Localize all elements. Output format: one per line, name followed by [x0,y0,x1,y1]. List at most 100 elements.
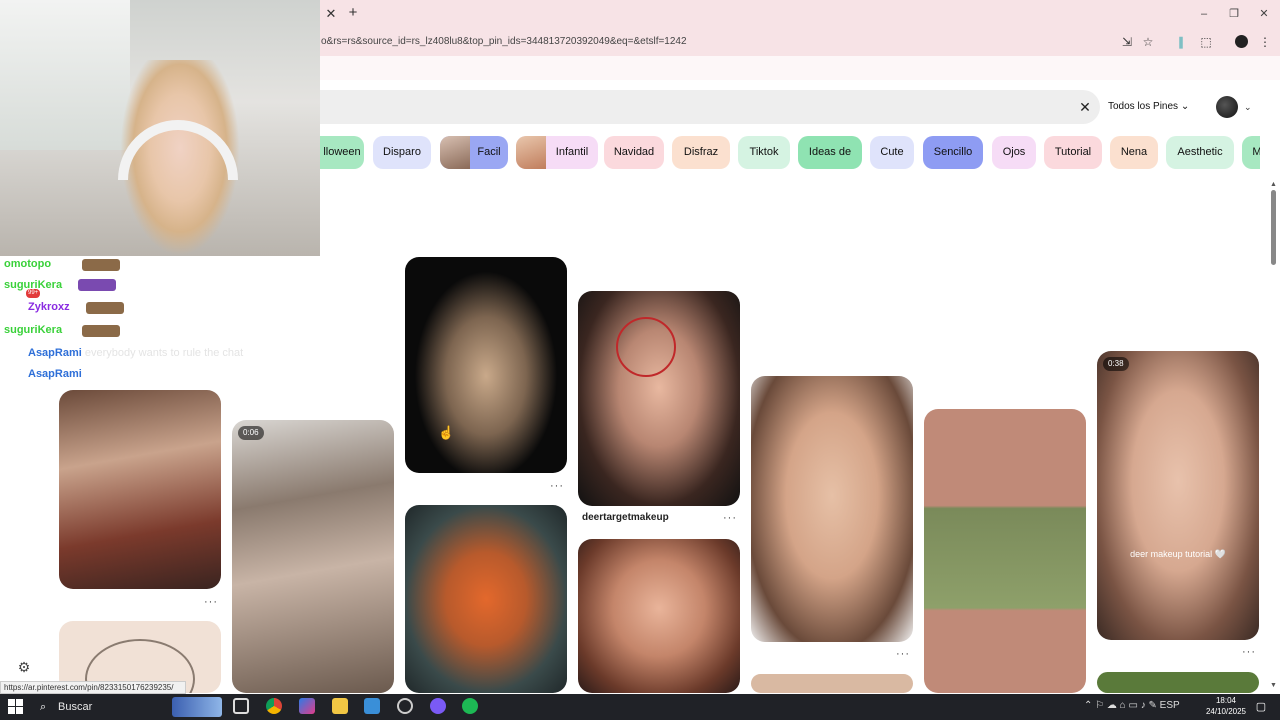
page-top-strip [320,56,1280,80]
chip-label: Tutorial [1054,146,1092,158]
search-input[interactable] [320,90,1100,124]
scroll-up-icon[interactable]: ▲ [1269,181,1278,189]
chip-label: Nena [1120,146,1148,158]
chat-badge: 99+ [26,289,41,298]
pin-image[interactable] [751,674,913,693]
star-icon[interactable]: ☆ [1139,34,1157,50]
webcam-background [0,0,130,150]
pin-image[interactable] [59,390,221,589]
pin-image[interactable] [1097,672,1259,693]
chrome-icon[interactable] [266,698,282,714]
chip-aesthetic[interactable]: Aesthetic [1166,136,1234,169]
chip-infantil[interactable]: Infantil [516,136,598,169]
chat-emote [78,279,116,291]
stream-chat: omotopo suguriKera Zykroxz 99+ suguriKer… [0,256,320,386]
language-indicator[interactable]: ESP [1160,700,1180,711]
chip-facil[interactable]: Facil [440,136,508,169]
chip-label: Tiktok [749,146,779,158]
chip-label: Disfraz [683,146,719,158]
clock-time[interactable]: 18:04 [1206,696,1246,706]
pin-video[interactable]: 0:38 deer makeup tutorial 🤍 [1097,351,1259,640]
pin-image[interactable] [405,257,567,473]
install-icon[interactable]: ⇲ [1118,34,1136,50]
windows-start-icon[interactable] [8,699,24,715]
chip-disparo[interactable]: Disparo [373,136,431,169]
pin-image[interactable] [578,291,740,506]
pin-image[interactable] [751,376,913,642]
chip-label: Sencillo [933,146,973,158]
chip-halloween[interactable]: lloween [320,136,364,169]
chat-username: AsapRami [28,347,82,359]
pin-options-icon[interactable]: ··· [1242,646,1256,658]
chip-tiktok[interactable]: Tiktok [738,136,790,169]
settings-gear-icon[interactable]: ⚙ [16,659,32,675]
spotify-icon[interactable] [462,698,478,714]
pin-author[interactable]: deertargetmakeup [582,512,669,523]
puzzle-icon[interactable]: ⬚ [1197,34,1215,50]
system-tray[interactable]: ⌃ ⚐ ☁ ⌂ ▭ ♪ ✎ ESP [1084,698,1204,714]
chip-label: Ideas de [808,146,852,158]
pin-video[interactable]: 0:06 [232,420,394,693]
pin-filter-dropdown[interactable]: Todos los Pines ⌄ [1108,98,1202,116]
taskbar-widget[interactable] [172,697,222,717]
pin-options-icon[interactable]: ··· [550,480,564,492]
chat-emote [82,325,120,337]
status-url: https://ar.pinterest.com/pin/82331501762… [0,681,186,694]
chat-username: AsapRami [28,368,82,380]
discord-icon[interactable] [430,698,446,714]
copilot-icon[interactable] [299,698,315,714]
chat-message: Zykroxz [4,299,70,315]
chip-disfraz[interactable]: Disfraz [672,136,730,169]
pin-options-icon[interactable]: ··· [723,512,737,524]
chip-sencillo[interactable]: Sencillo [923,136,983,169]
clear-search-icon[interactable]: ✕ [1078,98,1092,116]
chevron-down-icon: ⌄ [1180,101,1190,112]
pin-caption: deer makeup tutorial 🤍 [1130,549,1226,559]
chip-label: Disparo [383,146,421,158]
chip-ideas-de[interactable]: Ideas de [798,136,862,169]
close-window-button[interactable]: ✕ [1256,6,1272,22]
chat-username: suguriKera [4,324,63,336]
clock-date[interactable]: 24/10/2025 [1200,707,1252,717]
scroll-down-icon[interactable]: ▼ [1269,682,1278,690]
pin-options-icon[interactable]: ··· [896,648,910,660]
url-field[interactable]: o&rs=rs&source_id=rs_lz408lu8&top_pin_id… [321,36,1081,50]
new-tab-button[interactable]: + [345,5,361,21]
profile-icon[interactable] [1232,34,1250,50]
avatar[interactable] [1216,96,1238,118]
chip-row: lloween Disparo Facil Infantil Navidad D… [320,136,1260,170]
chat-emote [82,259,120,271]
chip-ojos[interactable]: Ojos [992,136,1036,169]
extension-icon[interactable]: ∥ [1172,34,1190,50]
chat-message: AsapRami [4,366,82,382]
minimize-button[interactable]: – [1196,6,1212,22]
task-view-icon[interactable] [233,698,249,714]
chip-thumbnail [516,136,546,169]
chat-message: suguriKera [4,322,62,338]
pin-image[interactable] [924,409,1086,693]
pin-image[interactable] [578,539,740,693]
mouse-cursor-icon: ☝ [438,425,455,440]
notification-icon[interactable]: ▢ [1254,700,1268,714]
chip-cute[interactable]: Cute [870,136,914,169]
chip-tutorial[interactable]: Tutorial [1044,136,1102,169]
chip-navidad[interactable]: Navidad [604,136,664,169]
chip-nena[interactable]: Nena [1110,136,1158,169]
video-duration: 0:06 [238,426,264,440]
pin-options-icon[interactable]: ··· [204,596,218,608]
obs-icon[interactable] [397,698,413,714]
chip-label: M [1252,146,1260,158]
store-icon[interactable] [364,698,380,714]
chip-thumbnail [440,136,470,169]
chat-text: everybody wants to rule the chat [84,347,244,359]
chip-label: Cute [880,146,904,158]
account-chevron-icon[interactable]: ⌄ [1244,100,1256,114]
maximize-button[interactable]: ❐ [1226,6,1242,22]
menu-icon[interactable]: ⋮ [1256,34,1274,50]
scrollbar-thumb[interactable] [1271,190,1276,265]
chip-more[interactable]: M [1242,136,1260,169]
pin-image[interactable] [405,505,567,693]
tab-close-icon[interactable]: ✕ [324,6,338,22]
file-explorer-icon[interactable] [332,698,348,714]
tab-bar [320,0,1280,28]
